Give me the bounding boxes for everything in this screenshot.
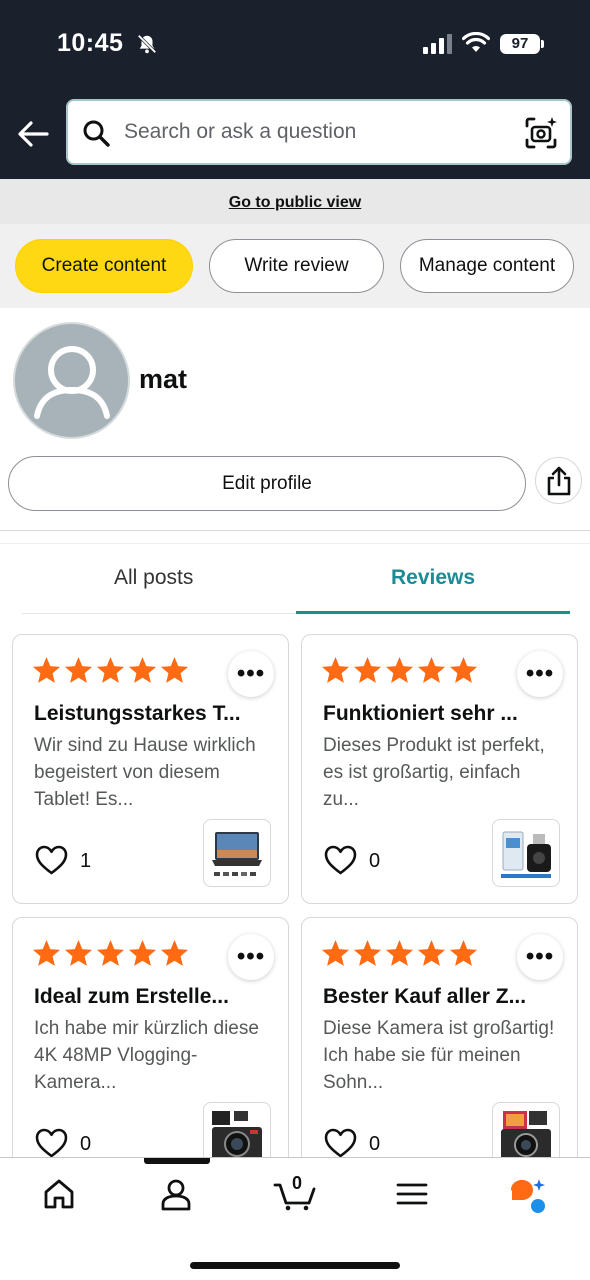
- star-icon: [96, 656, 125, 683]
- share-button[interactable]: [535, 457, 582, 504]
- search-box[interactable]: [66, 99, 572, 165]
- search-input[interactable]: [124, 101, 514, 163]
- product-thumbnail[interactable]: [492, 819, 560, 887]
- home-icon[interactable]: [42, 1177, 76, 1211]
- review-body: Ich habe mir kürzlich diese 4K 48MP Vlog…: [34, 1018, 259, 1093]
- default-user-icon: [34, 346, 110, 419]
- review-title: Bester Kauf aller Z...: [323, 985, 527, 1008]
- header-bar: 10:45 97: [0, 0, 590, 179]
- more-options-button[interactable]: •••: [517, 651, 563, 697]
- section-divider: [0, 530, 590, 544]
- tab-all-posts[interactable]: All posts: [114, 566, 193, 590]
- cart-count: 0: [292, 1173, 303, 1193]
- camera-search-icon[interactable]: [523, 115, 559, 151]
- more-options-button[interactable]: •••: [228, 934, 274, 980]
- signal-icon: [423, 34, 452, 54]
- review-card[interactable]: ••• Funktioniert sehr ... Dieses Produkt…: [301, 634, 578, 904]
- review-card[interactable]: ••• Bester Kauf aller Z... Diese Kamera …: [301, 917, 578, 1187]
- profile-name: mat: [139, 364, 188, 394]
- star-icon: [449, 656, 478, 683]
- product-thumbnail[interactable]: [203, 819, 271, 887]
- star-icon: [449, 939, 478, 966]
- review-card[interactable]: ••• Ideal zum Erstelle... Ich habe mir k…: [12, 917, 289, 1187]
- star-icon: [32, 656, 61, 683]
- battery-tip: [541, 40, 544, 48]
- profile-icon[interactable]: [159, 1177, 193, 1211]
- star-icon: [417, 656, 446, 683]
- more-options-button[interactable]: •••: [228, 651, 274, 697]
- star-icon: [64, 939, 93, 966]
- write-review-button[interactable]: Write review: [209, 239, 384, 293]
- wifi-icon: [462, 32, 490, 52]
- share-icon: [547, 466, 571, 496]
- star-icon: [160, 656, 189, 683]
- battery-indicator: 97: [500, 34, 540, 54]
- star-icon: [353, 656, 382, 683]
- star-rating: [320, 938, 479, 969]
- star-icon: [32, 939, 61, 966]
- review-body: Dieses Produkt ist perfekt, es ist großa…: [323, 735, 545, 810]
- back-arrow-icon[interactable]: [16, 117, 50, 151]
- review-title: Leistungsstarkes T...: [34, 702, 241, 725]
- tablet-product-image: [212, 832, 262, 876]
- menu-icon[interactable]: [395, 1177, 429, 1211]
- star-icon: [417, 939, 446, 966]
- active-tab-indicator: [296, 611, 570, 614]
- heart-icon[interactable]: [35, 845, 68, 875]
- like-count: 1: [80, 850, 92, 872]
- status-time: 10:45: [57, 29, 124, 57]
- ai-assistant-icon[interactable]: [508, 1175, 548, 1215]
- review-body: Diese Kamera ist großartig! Ich habe sie…: [323, 1018, 555, 1093]
- star-icon: [353, 939, 382, 966]
- star-icon: [64, 656, 93, 683]
- manage-content-button[interactable]: Manage content: [400, 239, 574, 293]
- card-reader-product-image: [501, 831, 551, 878]
- star-icon: [321, 656, 350, 683]
- heart-icon[interactable]: [324, 1128, 357, 1158]
- star-rating: [31, 938, 190, 969]
- star-icon: [96, 939, 125, 966]
- star-icon: [128, 939, 157, 966]
- public-view-bar: Go to public view: [0, 179, 590, 224]
- heart-icon[interactable]: [324, 845, 357, 875]
- action-bar: Create content Write review Manage conte…: [0, 224, 590, 308]
- star-icon: [385, 939, 414, 966]
- review-card[interactable]: ••• Leistungsstarkes T... Wir sind zu Ha…: [12, 634, 289, 904]
- review-title: Ideal zum Erstelle...: [34, 985, 229, 1008]
- bell-muted-icon: [137, 34, 157, 54]
- edit-profile-button[interactable]: Edit profile: [8, 456, 526, 511]
- star-icon: [385, 656, 414, 683]
- avatar[interactable]: [13, 322, 130, 439]
- like-count: 0: [80, 1133, 92, 1155]
- create-content-button[interactable]: Create content: [15, 239, 193, 293]
- star-icon: [321, 939, 350, 966]
- star-icon: [128, 656, 157, 683]
- public-view-link[interactable]: Go to public view: [229, 194, 361, 212]
- star-rating: [320, 655, 479, 686]
- tab-reviews[interactable]: Reviews: [391, 566, 475, 590]
- search-icon: [83, 120, 110, 147]
- more-options-button[interactable]: •••: [517, 934, 563, 980]
- like-count: 0: [369, 850, 381, 872]
- review-title: Funktioniert sehr ...: [323, 702, 518, 725]
- review-body: Wir sind zu Hause wirklich begeistert vo…: [34, 735, 256, 810]
- star-rating: [31, 655, 190, 686]
- active-nav-indicator: [144, 1158, 210, 1164]
- star-icon: [160, 939, 189, 966]
- heart-icon[interactable]: [35, 1128, 68, 1158]
- like-count: 0: [369, 1133, 381, 1155]
- home-indicator: [190, 1262, 400, 1269]
